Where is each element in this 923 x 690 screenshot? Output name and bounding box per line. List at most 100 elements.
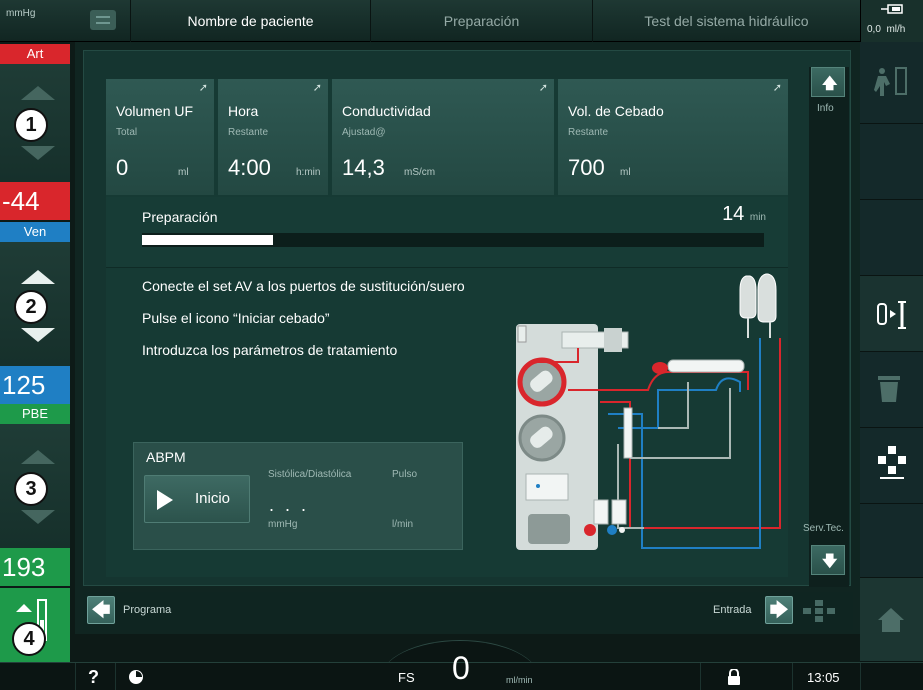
ven-label: Ven (0, 222, 70, 242)
tile-unit: ml (178, 167, 189, 178)
menu-button[interactable] (90, 10, 116, 30)
expand-icon: ➚ (312, 82, 322, 94)
tab-hydraulic-test[interactable]: Test del sistema hidráulico (592, 0, 860, 42)
lock-button[interactable] (700, 663, 792, 690)
fs-label: FS (398, 670, 415, 685)
abpm-sys-dia-label: Sistólica/Diastólica (268, 469, 352, 480)
up-arrow-icon[interactable] (21, 86, 55, 100)
help-button[interactable]: ? (75, 663, 115, 690)
bloodline-diagram (516, 273, 781, 550)
art-label: Art (0, 44, 70, 64)
back-label: Programa (123, 604, 172, 616)
expand-icon: ➚ (772, 82, 782, 94)
uf-rate-value: 0,0 (867, 24, 881, 35)
progress-remaining: 14 min (722, 203, 766, 226)
tile-priming-volume[interactable]: ➚ Vol. de Cebado Restante 700 ml (558, 79, 788, 195)
scroll-down-button[interactable]: 🡇 (811, 545, 845, 575)
preparation-progress: Preparación 14 min (106, 197, 788, 267)
play-icon (157, 490, 173, 510)
ven-pressure-value: 125 (0, 366, 70, 404)
clock-icon (129, 670, 143, 684)
uf-rate-display[interactable]: 0,0 ml/h (860, 0, 923, 42)
abpm-unit-mmhg: mmHg (268, 519, 298, 530)
patient-on-machine-icon (874, 67, 907, 96)
next-button[interactable]: 🡆 (765, 596, 793, 624)
home-button[interactable] (860, 578, 923, 662)
progress-remaining-unit: min (749, 212, 766, 223)
filter-icon (878, 376, 900, 402)
help-icon: ? (88, 667, 99, 687)
tile-time[interactable]: ➚ Hora Restante 4:00 h:min (218, 79, 330, 195)
prep-content: ➚ Volumen UF Total 0 ml ➚ Hora Restante … (106, 79, 788, 577)
clock-button[interactable] (115, 663, 155, 690)
tile-subtitle: Restante (228, 127, 269, 138)
progress-track (142, 233, 764, 247)
abpm-panel: ABPM Inicio Sistólica/Diastólica Pulso .… (133, 442, 463, 550)
tile-unit: ml (620, 167, 631, 178)
tile-value: 0 (116, 155, 129, 180)
progress-remaining-value: 14 (722, 203, 745, 225)
tile-title: Hora (228, 103, 259, 119)
tile-conductivity[interactable]: ➚ Conductividad Ajustad@ 14,3 mS/cm (332, 79, 556, 195)
pbe-limit-adjust[interactable]: 3 (0, 424, 70, 548)
tile-value: 4:00 (228, 155, 271, 180)
abpm-start-label: Inicio (195, 490, 231, 507)
next-label: Entrada (713, 604, 752, 616)
up-arrow-icon[interactable] (21, 450, 55, 464)
ven-limit-adjust[interactable]: 2 (0, 242, 70, 366)
marker-4: 4 (12, 622, 46, 656)
marker-1: 1 (14, 108, 48, 142)
time-value: 13:05 (807, 670, 840, 685)
tile-unit: h:min (296, 167, 321, 178)
level-adjust-button[interactable]: 4 (0, 588, 70, 662)
tile-title: Volumen UF (116, 103, 194, 119)
art-limit-adjust[interactable]: 1 (0, 64, 70, 182)
tile-unit: mS/cm (404, 167, 436, 178)
down-arrow-icon: 🡇 (822, 553, 838, 570)
status-bar: ? FS 0 ml/min 13:05 (0, 650, 923, 690)
filter-button[interactable] (860, 352, 923, 428)
down-arrow-icon[interactable] (21, 510, 55, 524)
abpm-title: ABPM (146, 449, 186, 465)
progress-label: Preparación (142, 209, 218, 225)
empty-slot (860, 504, 923, 578)
settings-tree-button[interactable] (860, 428, 923, 504)
patient-connect-button[interactable] (860, 42, 923, 124)
abpm-start-button[interactable]: Inicio (144, 475, 250, 523)
instruction-2: Pulse el icono “Iniciar cebado” (142, 310, 330, 326)
down-arrow-icon[interactable] (21, 328, 55, 342)
tab-preparation[interactable]: Preparación (370, 0, 592, 42)
main-panel: ➚ Volumen UF Total 0 ml ➚ Hora Restante … (75, 42, 860, 634)
marker-2: 2 (14, 290, 48, 324)
down-arrow-icon[interactable] (21, 146, 55, 160)
settings-tree-icon (878, 446, 906, 479)
menu-icon (96, 16, 110, 24)
expand-icon: ➚ (198, 82, 208, 94)
instruction-3: Introduzca los parámetros de tratamiento (142, 342, 398, 358)
back-button[interactable]: 🡄 (87, 596, 115, 624)
tab-patient-name[interactable]: Nombre de paciente (130, 0, 370, 42)
fs-value: 0 (452, 650, 470, 686)
tile-uf-volume[interactable]: ➚ Volumen UF Total 0 ml (106, 79, 216, 195)
empty-status-cell (860, 663, 923, 690)
uf-rate-icon (881, 4, 903, 14)
top-bar: mmHg Nombre de paciente Preparación Test… (0, 0, 923, 42)
clock-display: 13:05 (792, 663, 860, 690)
tile-title: Vol. de Cebado (568, 103, 664, 119)
pressure-column: Art 1 -44 Ven 2 125 PBE 3 193 4 (0, 42, 75, 662)
tile-value: 14,3 (342, 155, 385, 180)
screen-nav-icon[interactable] (803, 600, 837, 622)
up-arrow-icon[interactable] (21, 270, 55, 284)
content-frame: ➚ Volumen UF Total 0 ml ➚ Hora Restante … (83, 50, 851, 587)
up-arrow-icon: 🡅 (822, 75, 838, 92)
left-arrow-icon: 🡄 (91, 600, 111, 620)
fs-unit: ml/min (506, 675, 533, 685)
info-rail: 🡅 Info Serv.Tec. 🡇 (803, 67, 849, 587)
pbe-label: PBE (0, 404, 70, 424)
connect-patient-button[interactable] (860, 276, 923, 352)
abpm-pulse-label: Pulso (392, 469, 418, 480)
uf-rate-unit: ml/h (886, 24, 906, 35)
art-pressure-value: -44 (0, 182, 70, 220)
scroll-up-button[interactable]: 🡅 (811, 67, 845, 97)
home-icon (878, 608, 904, 632)
